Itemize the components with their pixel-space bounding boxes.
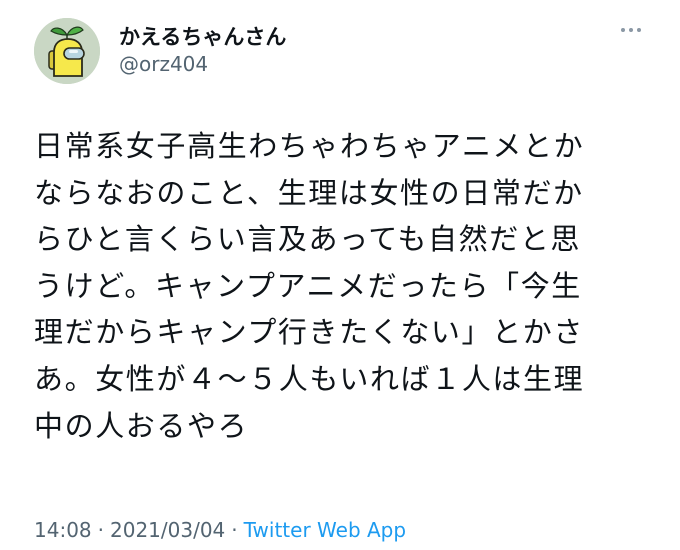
dot-icon bbox=[629, 28, 633, 32]
tweet-text-line: うけど。キャンプアニメだったら「今生 bbox=[34, 268, 582, 303]
more-options-icon[interactable] bbox=[613, 18, 649, 42]
tweet-text: 日常系女子高生わちゃわちゃアニメとか ならなおのこと、生理は女性の日常だか らひ… bbox=[34, 123, 664, 449]
frog-crewmate-icon bbox=[34, 18, 100, 84]
dot-icon bbox=[637, 28, 641, 32]
user-handle[interactable]: @orz404 bbox=[119, 52, 208, 76]
tweet-text-line: 理だからキャンプ行きたくない」とかさ bbox=[34, 315, 584, 350]
tweet-text-line: 中の人おるやろ bbox=[34, 408, 249, 443]
tweet-text-line: あ。女性が４〜５人もいれば１人は生理 bbox=[34, 361, 585, 396]
dot-icon bbox=[621, 28, 625, 32]
tweet-time[interactable]: 14:08 bbox=[34, 518, 92, 542]
tweet-text-line: 日常系女子高生わちゃわちゃアニメとか bbox=[34, 129, 585, 163]
tweet-text-line: らひと言くらい言及あっても自然だと思 bbox=[34, 222, 582, 257]
meta-separator: · bbox=[231, 518, 238, 542]
tweet-meta: 14:08 · 2021/03/04 · Twitter Web App bbox=[34, 517, 406, 543]
source-link[interactable]: Twitter Web App bbox=[244, 518, 406, 542]
tweet-card: かえるちゃんさん @orz404 日常系女子高生わちゃわちゃアニメとか ならなお… bbox=[0, 0, 680, 550]
tweet-date[interactable]: 2021/03/04 bbox=[110, 518, 225, 542]
meta-separator: · bbox=[97, 518, 104, 542]
avatar[interactable] bbox=[34, 18, 100, 84]
tweet-text-line: ならなおのこと、生理は女性の日常だか bbox=[34, 175, 584, 210]
display-name[interactable]: かえるちゃんさん bbox=[119, 24, 286, 50]
